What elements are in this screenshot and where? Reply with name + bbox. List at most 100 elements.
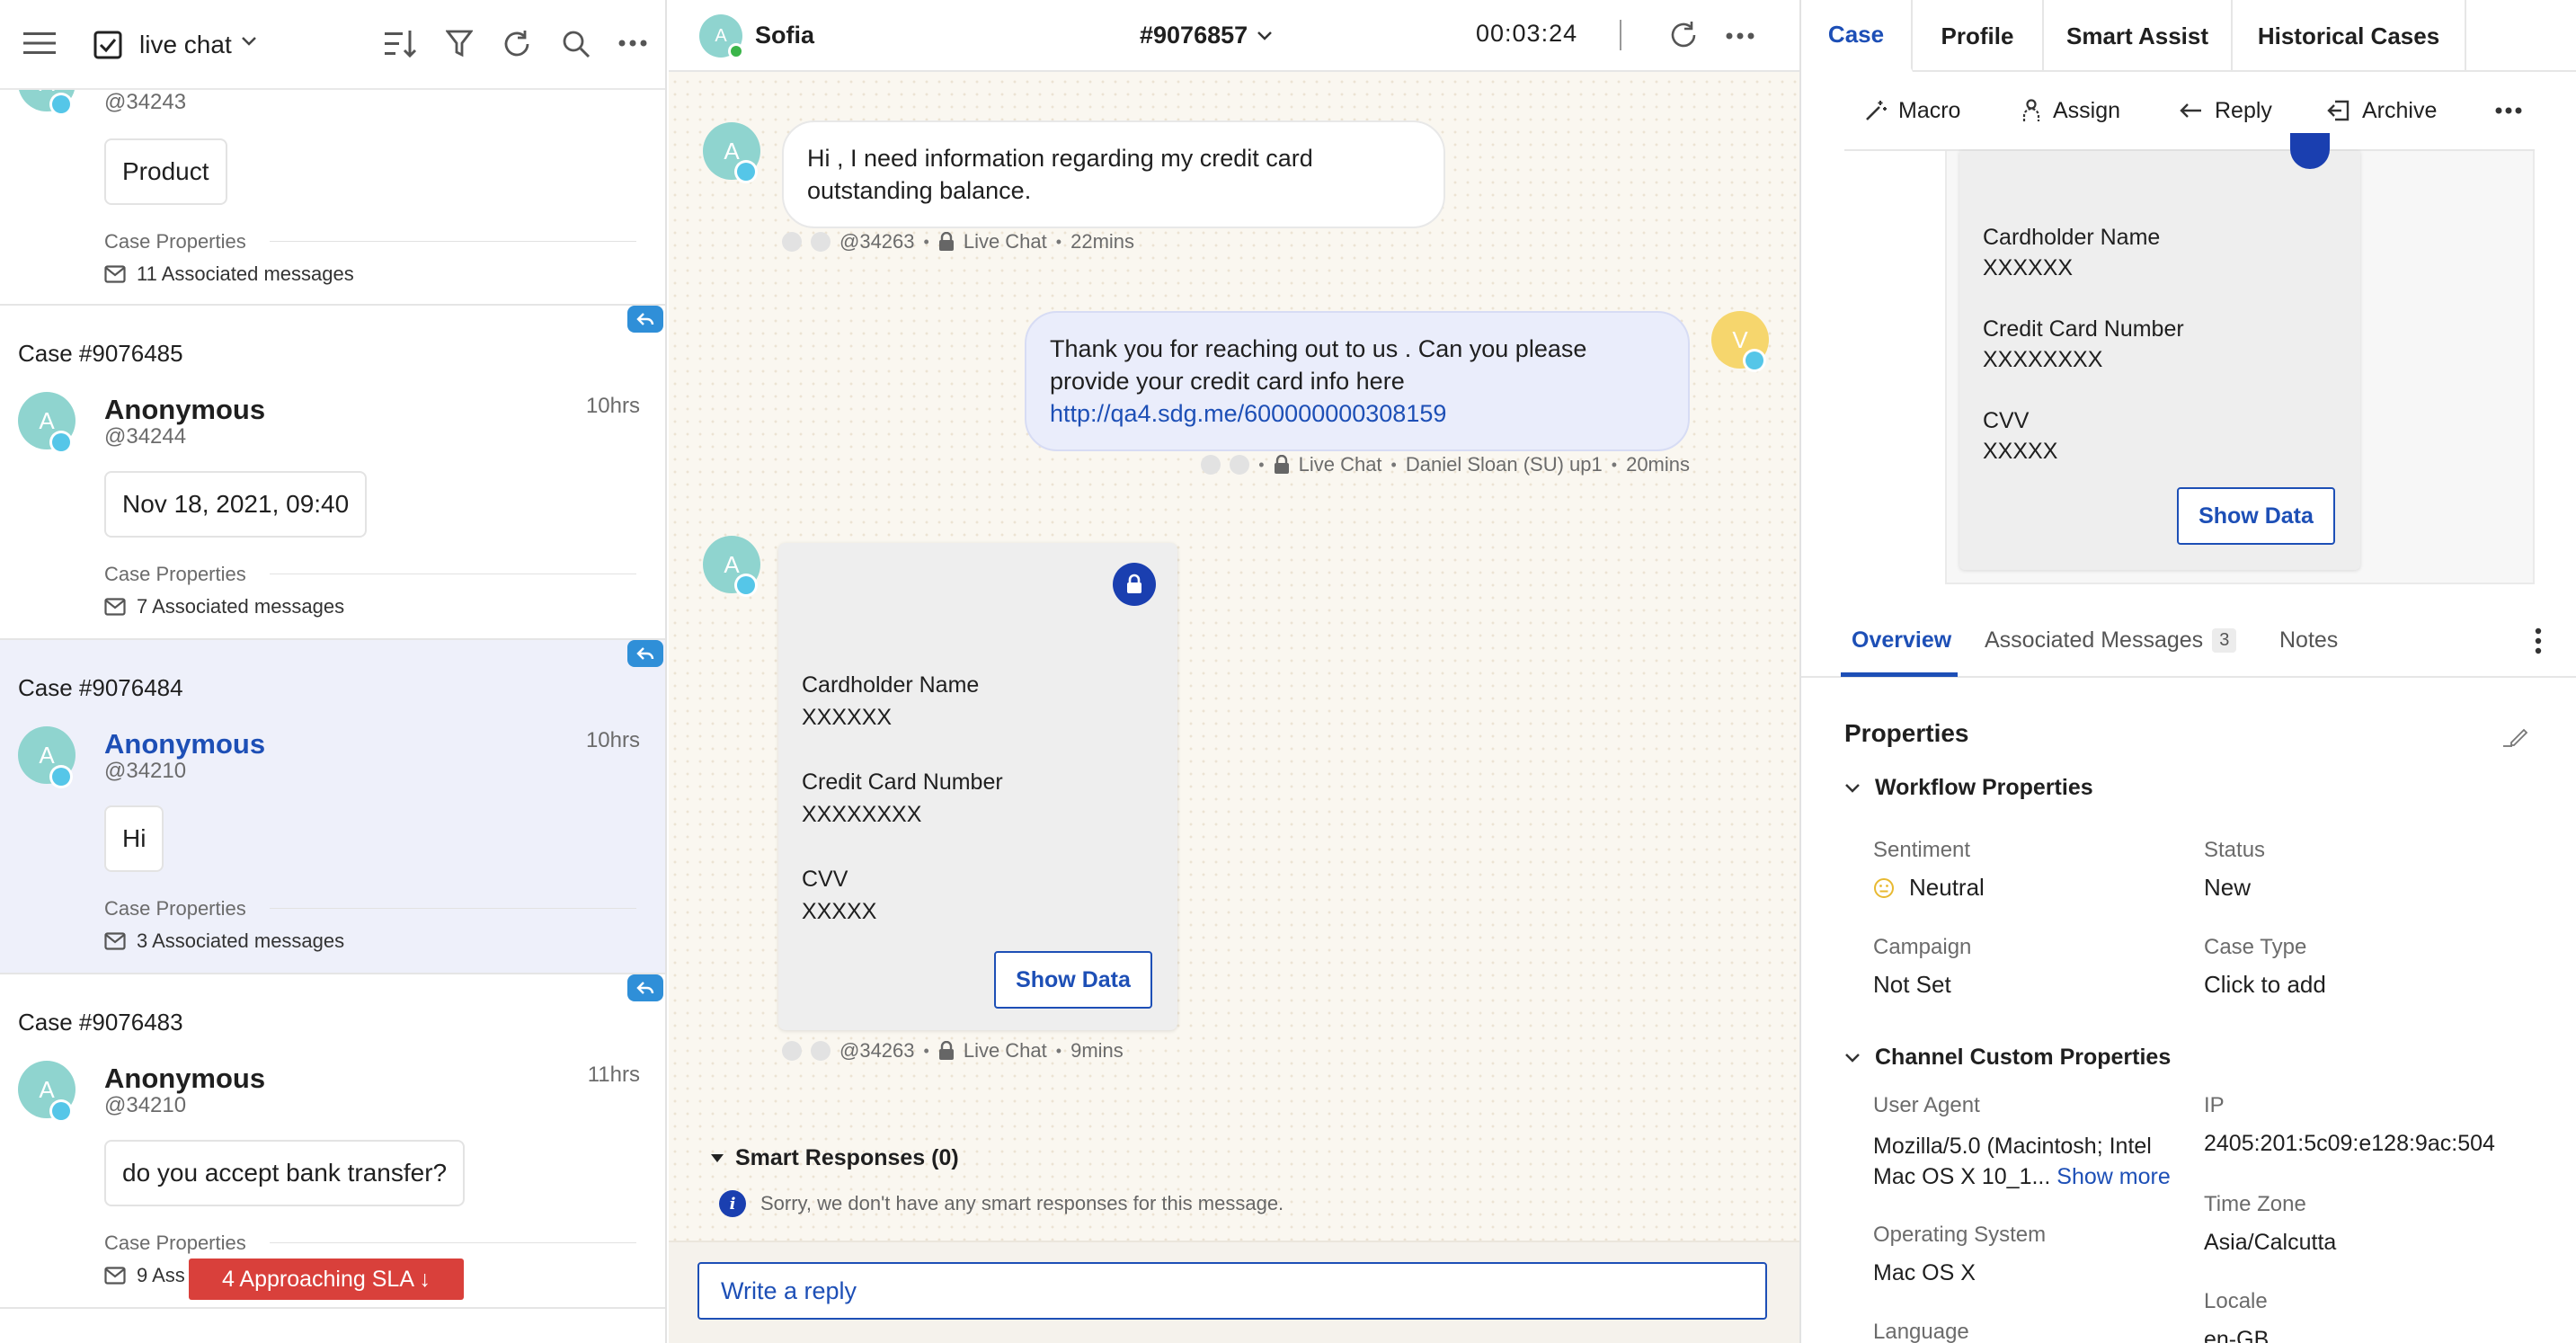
customer-name: Anonymous (104, 1063, 266, 1094)
cardholder-name-value: XXXXXX (1983, 255, 2074, 280)
chevron-down-icon[interactable] (1257, 31, 1273, 41)
subtab-notes[interactable]: Notes (2279, 627, 2338, 654)
operating-system-label: Operating System (1873, 1223, 2047, 1247)
view-title[interactable]: live chat (139, 31, 232, 59)
time-zone-label: Time Zone (2204, 1192, 2306, 1216)
case-properties-label[interactable]: Case Properties (104, 230, 246, 253)
user-handle: @34244 (104, 424, 187, 449)
cvv-label: CVV (802, 867, 848, 892)
divider (270, 241, 636, 242)
tab-smart-assist[interactable]: Smart Assist (2044, 0, 2233, 72)
cvv-value: XXXXX (802, 899, 877, 924)
campaign-value[interactable]: Not Set (1873, 971, 1951, 999)
caret-down-icon (710, 1153, 724, 1164)
subtab-overview[interactable]: Overview (1852, 627, 1951, 654)
sort-icon[interactable] (385, 29, 417, 59)
more-actions-icon[interactable] (2495, 107, 2522, 114)
more-options-icon[interactable] (618, 40, 647, 47)
divider (1620, 20, 1621, 50)
active-tab-indicator (1841, 672, 1958, 677)
envelope-icon (104, 1267, 126, 1285)
reply-button[interactable]: Reply (2179, 90, 2272, 131)
assign-button[interactable]: Assign (2021, 90, 2120, 131)
ip-label: IP (2204, 1093, 2225, 1117)
case-properties-label[interactable]: Case Properties (104, 1232, 246, 1255)
case-properties-label[interactable]: Case Properties (104, 563, 246, 586)
checkbox-icon[interactable] (93, 31, 122, 59)
last-message: do you accept bank transfer? (104, 1140, 466, 1206)
show-data-button[interactable]: Show Data (994, 951, 1152, 1009)
associated-messages[interactable]: 11 Associated messages (104, 262, 354, 286)
edit-pencil-icon[interactable] (2502, 723, 2529, 748)
case-card-selected[interactable]: Case #9076484 A Anonymous 10hrs @34210 H… (0, 640, 665, 974)
customer-name: Anonymous (104, 728, 266, 760)
archive-button[interactable]: Archive (2326, 90, 2437, 131)
reply-input[interactable]: Write a reply (697, 1262, 1767, 1320)
last-message: Nov 18, 2021, 09:40 (104, 471, 368, 538)
cardholder-name-label: Cardholder Name (1983, 225, 2161, 250)
macro-button[interactable]: Macro (1864, 90, 1960, 131)
chat-channel-icon (49, 1099, 73, 1123)
more-vertical-icon[interactable] (2535, 627, 2542, 654)
associated-messages[interactable]: 9 Ass (104, 1264, 185, 1287)
hamburger-menu-icon[interactable] (23, 31, 56, 56)
associated-messages[interactable]: 3 Associated messages (104, 929, 344, 953)
online-status-icon (728, 43, 744, 59)
refresh-icon[interactable] (502, 29, 532, 59)
secure-form-link[interactable]: http://qa4.sdg.me/600000000308159 (1050, 400, 1446, 427)
language-label: Language (1873, 1320, 1969, 1343)
sentiment-label: Sentiment (1873, 838, 1971, 862)
search-icon[interactable] (561, 29, 591, 59)
more-options-icon[interactable] (1726, 32, 1754, 40)
magic-wand-icon (1864, 99, 1888, 122)
chat-channel-icon (49, 93, 73, 116)
sentiment-value[interactable]: Neutral (1873, 874, 1985, 902)
customer-message: Hi , I need information regarding my cre… (782, 120, 1445, 228)
user-agent-label: User Agent (1873, 1093, 1980, 1117)
case-type-value[interactable]: Click to add (2204, 971, 2326, 999)
case-properties-label[interactable]: Case Properties (104, 897, 246, 921)
channel-custom-properties-toggle[interactable]: Channel Custom Properties (1844, 1045, 2171, 1071)
tab-case[interactable]: Case (1801, 0, 1913, 72)
chevron-down-icon (1844, 1053, 1861, 1063)
agent-message: Thank you for reaching out to us . Can y… (1025, 311, 1690, 451)
filter-icon[interactable] (446, 29, 473, 59)
message-meta: @34263 • Live Chat • 9mins (782, 1039, 1124, 1063)
reply-flag-icon (627, 974, 663, 1001)
envelope-icon (104, 265, 126, 283)
credit-card-number-value: XXXXXXXX (1983, 347, 2103, 372)
show-data-button[interactable]: Show Data (2177, 487, 2335, 545)
lock-icon (938, 1041, 955, 1061)
case-list-panel: live chat A @34243 Product Case Properti… (0, 0, 667, 1343)
user-handle: @34243 (104, 90, 187, 114)
status-dot (1230, 455, 1250, 475)
envelope-icon (104, 598, 126, 616)
user-agent-value: Mozilla/5.0 (Macintosh; Intel Mac OS X 1… (1873, 1134, 2171, 1189)
status-dot (811, 1041, 831, 1061)
subtab-associated-messages[interactable]: Associated Messages 3 (1985, 627, 2237, 654)
refresh-icon[interactable] (1668, 20, 1699, 50)
lock-icon (1113, 563, 1156, 606)
status-dot (1201, 455, 1221, 475)
workflow-properties-toggle[interactable]: Workflow Properties (1844, 775, 2093, 801)
associated-messages[interactable]: 7 Associated messages (104, 595, 344, 618)
last-message: Hi (104, 805, 164, 872)
user-handle: @34210 (104, 759, 187, 783)
smart-responses-toggle[interactable]: Smart Responses (0) (710, 1145, 959, 1171)
chevron-down-icon[interactable] (241, 36, 257, 47)
divider (270, 908, 636, 909)
approaching-sla-banner[interactable]: 4 Approaching SLA ↓ (189, 1259, 464, 1300)
tab-historical-cases[interactable]: Historical Cases (2233, 0, 2466, 72)
secure-data-card: Cardholder Name XXXXXX Credit Card Numbe… (778, 543, 1177, 1030)
status-dot (811, 232, 831, 252)
last-message: Product (104, 138, 227, 205)
status-value[interactable]: New (2204, 874, 2251, 902)
tab-profile[interactable]: Profile (1913, 0, 2044, 72)
conversation-header: A Sofia #9076857 00:03:24 (669, 0, 1799, 72)
case-card[interactable]: Case #9076485 A Anonymous 10hrs @34244 N… (0, 306, 665, 640)
locale-value: en-GB (2204, 1327, 2270, 1343)
neutral-face-icon (1873, 877, 1895, 899)
show-more-link[interactable]: Show more (2056, 1164, 2170, 1189)
case-id-dropdown[interactable]: #9076857 (1140, 22, 1248, 49)
reply-flag-icon (627, 640, 663, 667)
